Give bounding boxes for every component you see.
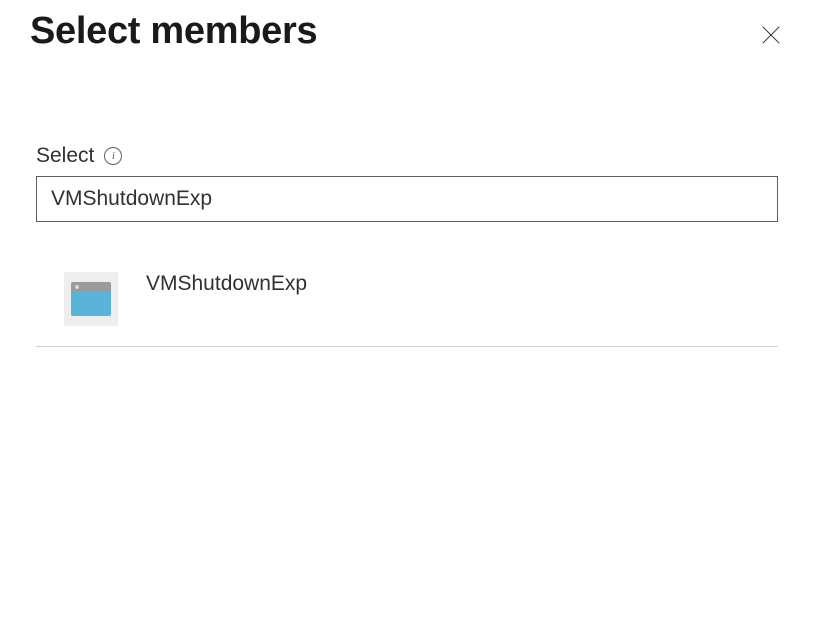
- result-name: VMShutdownExp: [146, 272, 307, 296]
- field-label-row: Select i: [36, 144, 778, 168]
- close-button[interactable]: [752, 16, 790, 54]
- info-icon[interactable]: i: [104, 147, 122, 165]
- select-members-panel: Select members Select i: [0, 0, 814, 347]
- close-icon: [760, 24, 782, 46]
- panel-header: Select members: [0, 0, 814, 54]
- panel-content: Select i VMShutdownExp: [0, 54, 814, 347]
- app-icon: [71, 282, 111, 316]
- field-label: Select: [36, 144, 94, 168]
- panel-title: Select members: [30, 10, 317, 53]
- result-icon-container: [64, 272, 118, 326]
- results-list: VMShutdownExp: [36, 272, 778, 347]
- result-item[interactable]: VMShutdownExp: [36, 272, 778, 347]
- search-input[interactable]: [36, 176, 778, 222]
